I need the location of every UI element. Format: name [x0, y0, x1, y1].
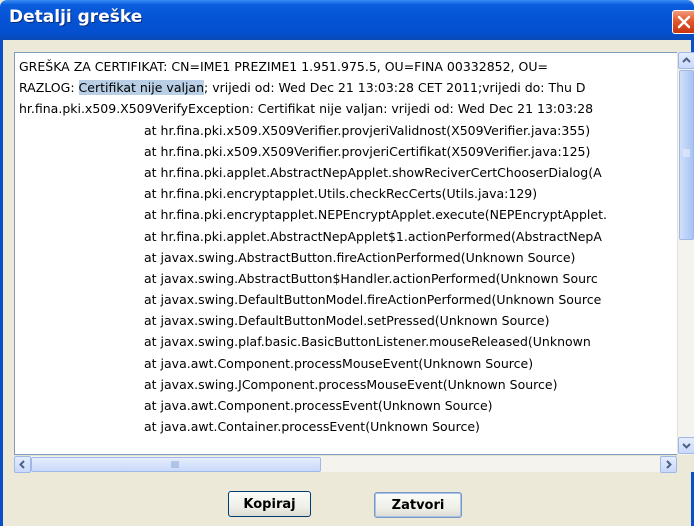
close-window-button[interactable] [672, 10, 694, 34]
scroll-down-button[interactable] [678, 437, 694, 454]
error-line-reason: RAZLOG: Certifikat nije valjan; vrijedi … [19, 77, 677, 98]
stack-trace-line: at hr.fina.pki.applet.AbstractNepApplet$… [144, 228, 602, 244]
scroll-left-button[interactable] [14, 456, 31, 473]
chevron-up-icon [682, 57, 691, 63]
stack-trace-line: at javax.swing.DefaultButtonModel.fireAc… [144, 292, 602, 308]
grip-icon [683, 149, 690, 157]
scrollbar-corner [677, 455, 694, 472]
window-frame-left [0, 40, 3, 526]
stack-trace-line: at java.awt.Container.processEvent(Unkno… [144, 419, 480, 435]
close-button[interactable]: Zatvori [374, 492, 462, 518]
scroll-right-button[interactable] [660, 456, 677, 473]
stack-trace-line: at hr.fina.pki.x509.X509Verifier.provjer… [144, 122, 591, 138]
error-details-textarea[interactable]: GREŠKA ZA CERTIFIKAT: CN=IME1 PREZIME1 1… [14, 52, 678, 455]
stack-trace-line: at javax.swing.AbstractButton$Handler.ac… [144, 270, 598, 286]
stack-trace-line: at javax.swing.DefaultButtonModel.setPre… [144, 313, 550, 329]
error-line-certificate: GREŠKA ZA CERTIFIKAT: CN=IME1 PREZIME1 1… [19, 59, 548, 74]
horizontal-scrollbar[interactable] [14, 455, 677, 473]
close-icon [677, 15, 691, 29]
title-bar[interactable]: Detalji greške [0, 0, 694, 40]
vertical-scroll-thumb[interactable] [679, 70, 694, 240]
chevron-left-icon [19, 460, 25, 469]
stack-trace-line: at java.awt.Component.processMouseEvent(… [144, 355, 534, 371]
selected-text: Certifikat nije valjan [78, 80, 205, 96]
horizontal-scroll-thumb[interactable] [31, 457, 321, 472]
scroll-up-button[interactable] [678, 52, 694, 69]
stack-trace-line: at hr.fina.pki.applet.AbstractNepApplet.… [144, 164, 602, 180]
vertical-scrollbar[interactable] [677, 52, 694, 455]
reason-prefix: RAZLOG: [19, 80, 79, 96]
stack-trace-line: at javax.swing.plaf.basic.BasicButtonLis… [144, 334, 591, 350]
copy-button[interactable]: Kopiraj [228, 491, 311, 517]
grip-icon [171, 461, 179, 468]
error-text: GREŠKA ZA CERTIFIKAT: CN=IME1 PREZIME1 1… [19, 56, 677, 437]
error-line-exception: hr.fina.pki.x509.X509VerifyException: Ce… [19, 101, 594, 117]
stack-trace-line: at java.awt.Component.processEvent(Unkno… [144, 398, 493, 413]
stack-trace-line: at javax.swing.AbstractButton.fireAction… [144, 249, 576, 265]
stack-trace-line: at hr.fina.pki.encryptapplet.NEPEncryptA… [144, 207, 607, 223]
chevron-right-icon [666, 460, 672, 469]
stack-trace-line: at hr.fina.pki.encryptapplet.Utils.check… [144, 186, 538, 202]
chevron-down-icon [682, 443, 691, 449]
stack-trace-line: at javax.swing.JComponent.processMouseEv… [144, 376, 558, 392]
reason-suffix: ; vrijedi od: Wed Dec 21 13:03:28 CET 20… [204, 80, 586, 96]
window-title: Detalji greške [9, 7, 143, 27]
stack-trace-line: at hr.fina.pki.x509.X509Verifier.provjer… [144, 143, 591, 159]
